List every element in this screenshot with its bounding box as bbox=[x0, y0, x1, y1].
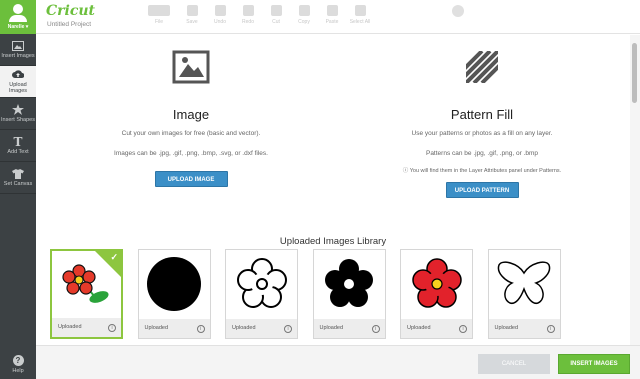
image-panel-formats: Images can be .jpg, .gif, .png, .bmp, .s… bbox=[114, 150, 268, 157]
undo-icon bbox=[214, 5, 226, 16]
redo-icon bbox=[242, 5, 254, 16]
save-icon bbox=[186, 5, 198, 16]
library-item[interactable]: Uploaded i bbox=[312, 249, 386, 339]
image-upload-panel: Image Cut your own images for free (basi… bbox=[51, 35, 331, 187]
sidebar-item-insert-images[interactable]: Insert Images bbox=[0, 34, 36, 66]
upload-dialog: Image Cut your own images for free (basi… bbox=[36, 35, 630, 345]
paste-icon bbox=[326, 5, 338, 16]
library-item[interactable]: Uploaded i bbox=[137, 249, 211, 339]
cut-icon bbox=[270, 5, 282, 16]
info-icon[interactable]: i bbox=[546, 325, 555, 333]
shapes-icon bbox=[12, 104, 24, 115]
red-flower-image bbox=[401, 250, 472, 318]
cloud-upload-icon bbox=[12, 69, 24, 80]
info-icon[interactable]: i bbox=[196, 325, 205, 333]
avatar bbox=[13, 4, 23, 14]
project-name[interactable]: Untitled Project bbox=[47, 21, 91, 28]
select-all-button[interactable]: Select All bbox=[346, 5, 374, 25]
pattern-panel-formats: Patterns can be .jpg, .gif, .png, or .bm… bbox=[425, 150, 538, 157]
save-button[interactable]: Save bbox=[178, 5, 206, 25]
pattern-panel-note: ⓘ You will find them in the Layer Attrib… bbox=[402, 168, 562, 174]
shirt-icon bbox=[12, 168, 24, 179]
sidebar: Narelle ▾ Insert Images Upload Images In… bbox=[0, 0, 36, 379]
info-icon[interactable]: i bbox=[284, 325, 292, 333]
check-icon: ✓ bbox=[110, 252, 118, 262]
text-icon: T bbox=[13, 134, 23, 149]
top-bar: Cricut Untitled Project File Save Undo R… bbox=[36, 0, 640, 34]
cricut-logo: Cricut bbox=[46, 3, 96, 19]
insert-images-button[interactable]: INSERT IMAGES bbox=[558, 354, 630, 374]
sidebar-item-insert-shapes[interactable]: Insert Shapes bbox=[0, 98, 36, 130]
info-icon[interactable]: i bbox=[371, 325, 380, 333]
image-panel-description: Cut your own images for free (basic and … bbox=[121, 130, 261, 137]
user-name: Narelle ▾ bbox=[7, 24, 29, 30]
copy-button[interactable]: Copy bbox=[290, 5, 318, 25]
user-menu[interactable]: Narelle ▾ bbox=[0, 0, 36, 34]
dialog-footer: CANCEL INSERT IMAGES bbox=[36, 345, 640, 379]
pattern-upload-panel: Pattern Fill Use your patterns or photos… bbox=[342, 35, 622, 198]
butterfly-outline-image bbox=[489, 250, 560, 318]
sidebar-item-set-canvas[interactable]: Set Canvas bbox=[0, 162, 36, 194]
library-item[interactable]: ✓ Uploaded i bbox=[50, 249, 123, 339]
image-icon bbox=[171, 49, 211, 85]
file-icon bbox=[148, 5, 170, 16]
help-icon: ? bbox=[12, 354, 24, 366]
cut-button[interactable]: Cut bbox=[262, 5, 290, 25]
flower-outline-image bbox=[226, 250, 297, 318]
cancel-button[interactable]: CANCEL bbox=[478, 354, 550, 374]
account-icon bbox=[452, 5, 464, 17]
pattern-panel-title: Pattern Fill bbox=[450, 107, 514, 122]
library-item[interactable]: Uploaded i bbox=[400, 249, 473, 339]
black-circle-image bbox=[139, 250, 210, 318]
image-panel-title: Image bbox=[172, 107, 210, 122]
image-icon bbox=[12, 40, 24, 51]
uploaded-images-library: ✓ Uploaded i Uploaded i Uploaded i Uploa… bbox=[50, 249, 561, 339]
vertical-scrollbar[interactable] bbox=[630, 35, 640, 345]
info-icon: ⓘ bbox=[402, 168, 409, 174]
sidebar-item-add-text[interactable]: T Add Text bbox=[0, 130, 36, 162]
upload-pattern-button[interactable]: UPLOAD PATTERN bbox=[445, 182, 519, 198]
pattern-panel-description: Use your patterns or photos as a fill on… bbox=[411, 130, 553, 137]
black-flower-image bbox=[314, 250, 385, 318]
scrollbar-thumb[interactable] bbox=[632, 43, 637, 103]
help-button[interactable]: ? Help bbox=[0, 349, 36, 379]
paste-button[interactable]: Paste bbox=[318, 5, 346, 25]
pattern-stripes-icon bbox=[462, 49, 502, 85]
library-item[interactable]: Uploaded i bbox=[487, 249, 561, 339]
library-item[interactable]: Uploaded i bbox=[225, 249, 298, 339]
sidebar-item-upload-images[interactable]: Upload Images bbox=[0, 66, 36, 98]
select-all-icon bbox=[354, 5, 366, 16]
info-icon[interactable]: i bbox=[108, 324, 116, 332]
undo-button[interactable]: Undo bbox=[206, 5, 234, 25]
redo-button[interactable]: Redo bbox=[234, 5, 262, 25]
library-title: Uploaded Images Library bbox=[279, 236, 387, 247]
info-icon[interactable]: i bbox=[459, 325, 467, 333]
copy-icon bbox=[298, 5, 310, 16]
toolbar: File Save Undo Redo Cut Copy Paste Selec… bbox=[140, 5, 472, 25]
upload-image-button[interactable]: UPLOAD IMAGE bbox=[154, 171, 228, 187]
file-menu-button[interactable]: File bbox=[140, 5, 178, 25]
account-button[interactable] bbox=[444, 5, 472, 25]
